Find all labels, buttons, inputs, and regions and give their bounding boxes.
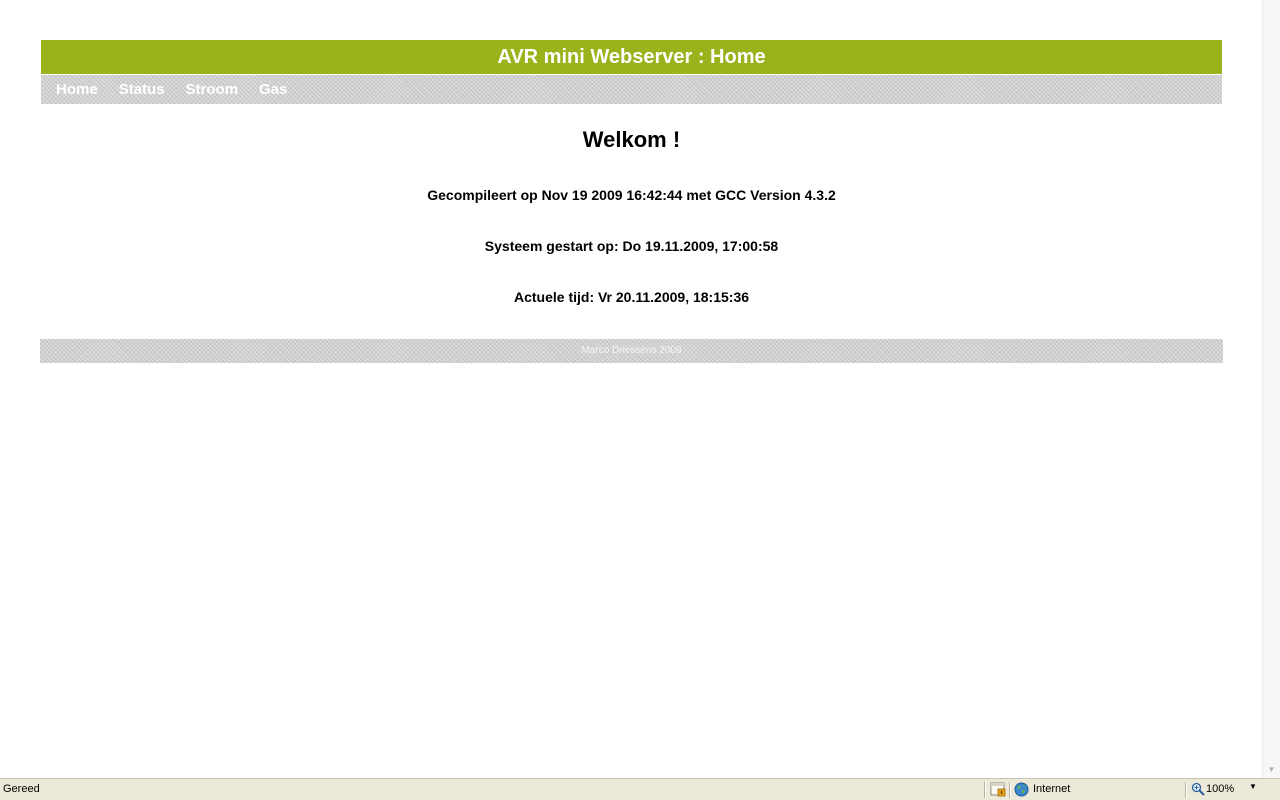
- footer-text: Marco Driessens 2009: [581, 345, 682, 356]
- nav-bar: Home Status Stroom Gas: [41, 75, 1222, 104]
- current-time-info: Actuele tijd: Vr 20.11.2009, 18:15:36: [513, 289, 750, 305]
- globe-icon: [1014, 782, 1029, 797]
- page-footer: Marco Driessens 2009: [40, 339, 1223, 363]
- nav-link-gas[interactable]: Gas: [259, 81, 287, 98]
- zoom-level[interactable]: 100%: [1206, 783, 1234, 795]
- nav-link-status[interactable]: Status: [119, 81, 165, 98]
- nav-link-home[interactable]: Home: [56, 81, 98, 98]
- nav-link-stroom[interactable]: Stroom: [186, 81, 239, 98]
- scroll-down-arrow-icon[interactable]: ▼: [1263, 761, 1280, 778]
- vertical-scrollbar[interactable]: ▼: [1262, 0, 1280, 778]
- status-divider: [1185, 782, 1187, 798]
- browser-status-bar: Gereed Internet 100% ▼: [0, 778, 1280, 800]
- status-text: Gereed: [3, 783, 40, 795]
- status-divider: [1009, 782, 1011, 798]
- main-content: Welkom ! Gecompileert op Nov 19 2009 16:…: [41, 104, 1222, 307]
- system-start-info: Systeem gestart op: Do 19.11.2009, 17:00…: [484, 238, 779, 254]
- zoom-dropdown-arrow-icon[interactable]: ▼: [1249, 782, 1257, 791]
- page-title: AVR mini Webserver : Home: [497, 46, 766, 68]
- zoom-icon[interactable]: [1191, 782, 1205, 796]
- security-zone-label: Internet: [1033, 783, 1071, 795]
- protected-mode-icon[interactable]: [990, 782, 1006, 797]
- compile-info: Gecompileert op Nov 19 2009 16:42:44 met…: [427, 187, 836, 203]
- welcome-heading: Welkom !: [582, 127, 681, 152]
- browser-viewport: AVR mini Webserver : Home Home Status St…: [0, 0, 1262, 778]
- page-header: AVR mini Webserver : Home: [41, 40, 1222, 74]
- status-divider: [984, 782, 986, 798]
